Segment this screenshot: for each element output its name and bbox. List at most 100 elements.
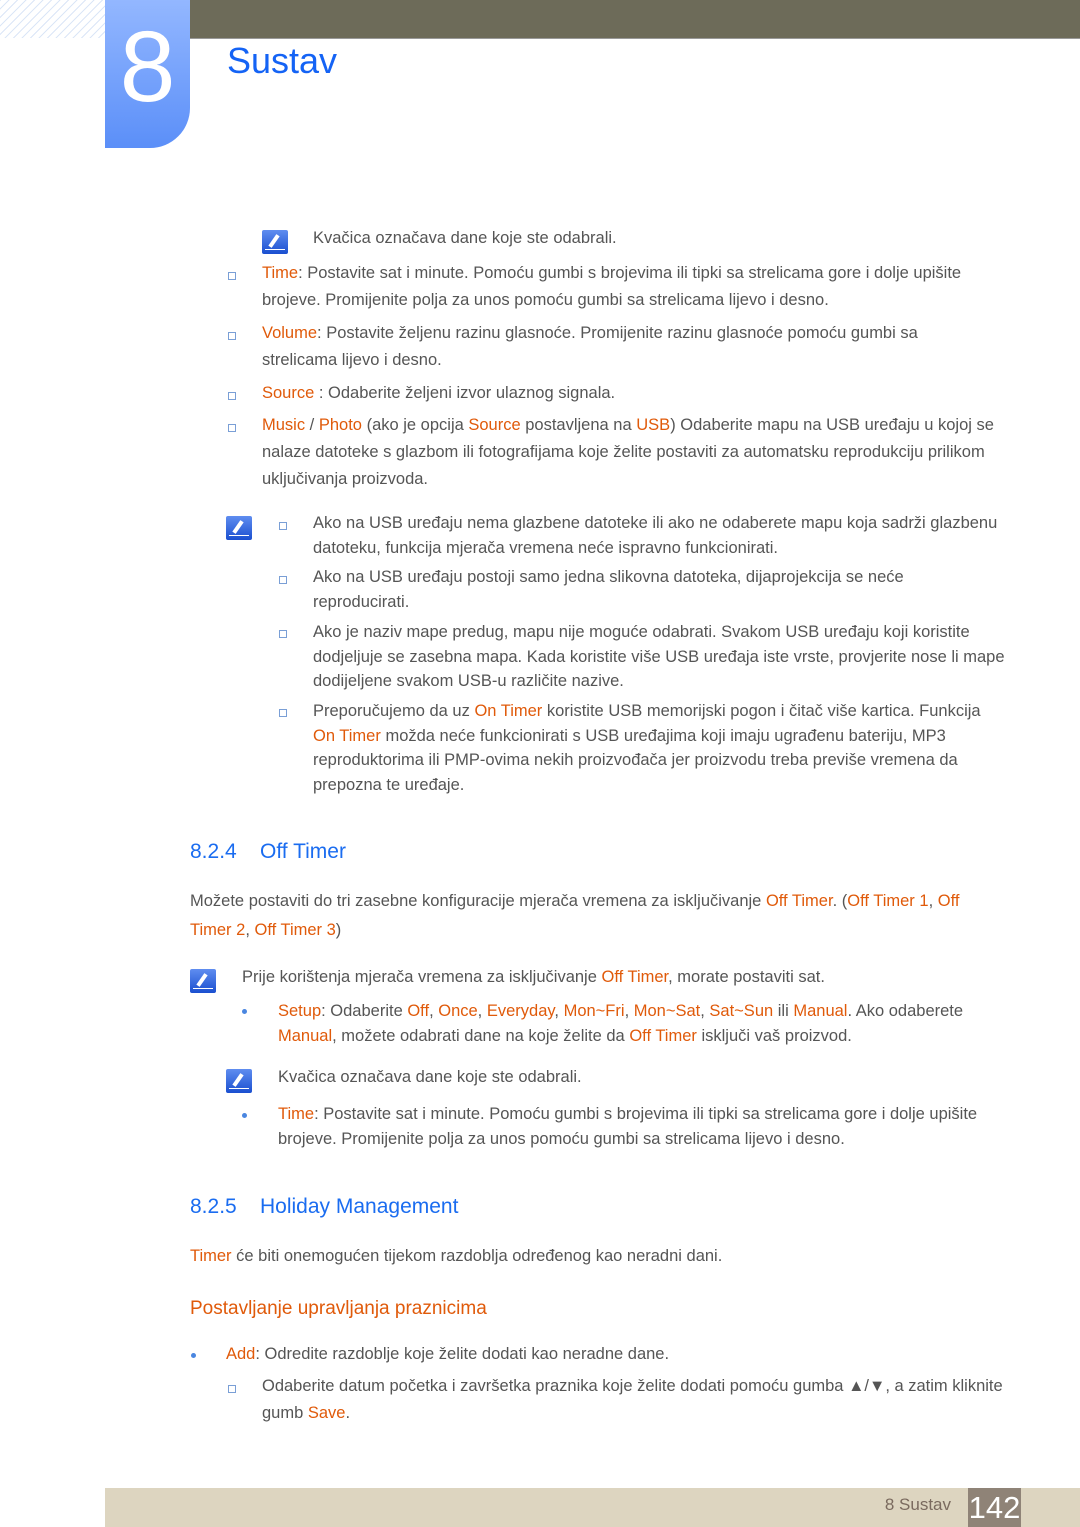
text-run: : Odredite razdoblje koje želite dodati … — [255, 1345, 670, 1363]
paragraph: Music / Photo (ako je opcija Source post… — [262, 412, 1002, 493]
bullet-dot-icon — [191, 1353, 196, 1358]
note-item: Ako je naziv mape predug, mapu nije mogu… — [313, 620, 1008, 694]
text-run: Ako je naziv mape predug, mapu nije mogu… — [313, 623, 1005, 690]
highlight-term: Mon~Fri — [563, 1002, 625, 1020]
highlight-term: Off Timer — [601, 968, 669, 986]
highlight-term: Add — [226, 1345, 256, 1363]
text-run: : Odaberite — [321, 1002, 408, 1020]
paragraph: Source : Odaberite željeni izvor ulaznog… — [262, 380, 1007, 407]
highlight-term: Off Timer 1 — [847, 892, 929, 910]
highlight-term: Source — [262, 384, 315, 402]
note-icon — [226, 1069, 252, 1093]
text-run: , možete odabrati dane na koje želite da — [332, 1026, 630, 1045]
text-run: koristite USB memorijski pogon i čitač v… — [542, 702, 981, 720]
bullet-square-icon — [279, 630, 287, 638]
bullet-square-icon — [279, 709, 287, 717]
text-run: postavljena na — [520, 416, 637, 434]
text-run: : Postavite željenu razinu glasnoće. Pro… — [262, 324, 918, 369]
paragraph: Kvačica označava dane koje ste odabrali. — [313, 225, 1013, 252]
note-icon — [262, 230, 288, 254]
header-bar — [190, 0, 1080, 39]
section-title: Holiday Management — [260, 1195, 459, 1218]
bullet-square-icon — [228, 392, 236, 400]
text-run: , — [554, 1002, 564, 1020]
highlight-term: Manual — [793, 1002, 848, 1020]
section-title: Off Timer — [260, 840, 346, 863]
paragraph: Timer će biti onemogućen tijekom razdobl… — [190, 1243, 990, 1270]
text-run: : Postavite sat i minute. Pomoću gumbi s… — [278, 1105, 978, 1148]
bullet-dot-icon — [242, 1009, 247, 1014]
section-number: 8.2.4 — [190, 840, 237, 863]
text-run: isključi vaš proizvod. — [696, 1026, 852, 1045]
text-run: , — [928, 892, 938, 910]
bullet-square-icon — [279, 522, 287, 530]
highlight-term: On Timer — [474, 702, 543, 720]
bullet-square-icon — [228, 1385, 236, 1393]
bullet-square-icon — [228, 332, 236, 340]
text-run: možda neće funkcionirati s USB uređajima… — [313, 726, 958, 794]
text-run: Prije korištenja mjerača vremena za iskl… — [242, 968, 602, 986]
highlight-term: On Timer — [313, 726, 381, 745]
paragraph: Kvačica označava dane koje ste odabrali. — [278, 1064, 998, 1091]
text-run: : Postavite sat i minute. Pomoću gumbi s… — [262, 264, 962, 309]
text-run: Preporučujemo da uz — [313, 702, 475, 720]
highlight-term: Time — [278, 1105, 315, 1123]
paragraph: Volume: Postavite željenu razinu glasnoć… — [262, 320, 982, 374]
highlight-term: Photo — [318, 416, 362, 434]
highlight-term: Source — [468, 416, 521, 434]
note-item: Ako na USB uređaju postoji samo jedna sl… — [313, 565, 953, 614]
highlight-term: Music — [262, 416, 306, 434]
paragraph: Time: Postavite sat i minute. Pomoću gum… — [278, 1102, 998, 1151]
chapter-title: Sustav — [227, 40, 338, 81]
highlight-term: Sat~Sun — [709, 1002, 774, 1020]
text-run: Odaberite datum početka i završetka praz… — [262, 1377, 1003, 1422]
highlight-term: Off Timer — [629, 1026, 697, 1045]
highlight-term: USB — [636, 416, 671, 434]
text-run: , — [477, 1002, 487, 1020]
highlight-term: Setup — [278, 1002, 322, 1020]
note-icon — [226, 516, 252, 540]
note-item: Preporučujemo da uz On Timer koristite U… — [313, 699, 1003, 797]
highlight-term: Off Timer 3 — [254, 921, 336, 939]
header-pattern — [0, 0, 105, 38]
bullet-dot-icon — [242, 1113, 247, 1118]
paragraph: Time: Postavite sat i minute. Pomoću gum… — [262, 260, 1007, 314]
paragraph: Add: Odredite razdoblje koje želite doda… — [226, 1341, 1006, 1368]
bullet-square-icon — [228, 424, 236, 432]
note-item: Ako na USB uređaju nema glazbene datotek… — [313, 511, 1008, 560]
paragraph: Setup: Odaberite Off, Once, Everyday, Mo… — [278, 999, 1006, 1048]
text-run: Ako na USB uređaju nema glazbene datotek… — [313, 514, 998, 557]
text-run: Kvačica označava dane koje ste odabrali. — [313, 229, 617, 247]
highlight-term: Manual — [278, 1026, 333, 1045]
subheading: Postavljanje upravljanja praznicima — [190, 1298, 487, 1319]
text-run: . ( — [832, 892, 848, 910]
note-icon — [190, 969, 216, 993]
chapter-number: 8 — [105, 0, 190, 148]
footer-label: 8 Sustav — [884, 1495, 951, 1514]
text-run: , — [429, 1002, 439, 1020]
bullet-square-icon — [279, 576, 287, 584]
text-run: Kvačica označava dane koje ste odabrali. — [278, 1068, 582, 1086]
page-number: 142 — [968, 1488, 1021, 1527]
text-run: Ako na USB uređaju postoji samo jedna sl… — [313, 568, 904, 611]
highlight-term: Everyday — [486, 1002, 555, 1020]
highlight-term: Save — [307, 1404, 346, 1422]
text-run: , — [624, 1002, 634, 1020]
highlight-term: Time — [262, 264, 299, 282]
paragraph: Možete postaviti do tri zasebne konfigur… — [190, 887, 1000, 945]
paragraph: Odaberite datum početka i završetka praz… — [262, 1373, 1007, 1427]
text-run: će biti onemogućen tijekom razdoblja odr… — [231, 1247, 723, 1265]
paragraph: Prije korištenja mjerača vremena za iskl… — [242, 964, 1002, 991]
text-run: ili — [773, 1002, 794, 1020]
text-run: (ako je opcija — [361, 416, 469, 434]
section-number: 8.2.5 — [190, 1195, 237, 1218]
highlight-term: Off Timer — [765, 892, 833, 910]
text-run: , morate postaviti sat. — [668, 968, 825, 986]
highlight-term: Off — [407, 1002, 430, 1020]
text-run: ) — [335, 921, 342, 939]
highlight-term: Volume — [262, 324, 318, 342]
text-run: . — [345, 1404, 351, 1422]
highlight-term: Once — [438, 1002, 478, 1020]
highlight-term: Timer — [190, 1247, 232, 1265]
text-run: / — [305, 416, 319, 434]
